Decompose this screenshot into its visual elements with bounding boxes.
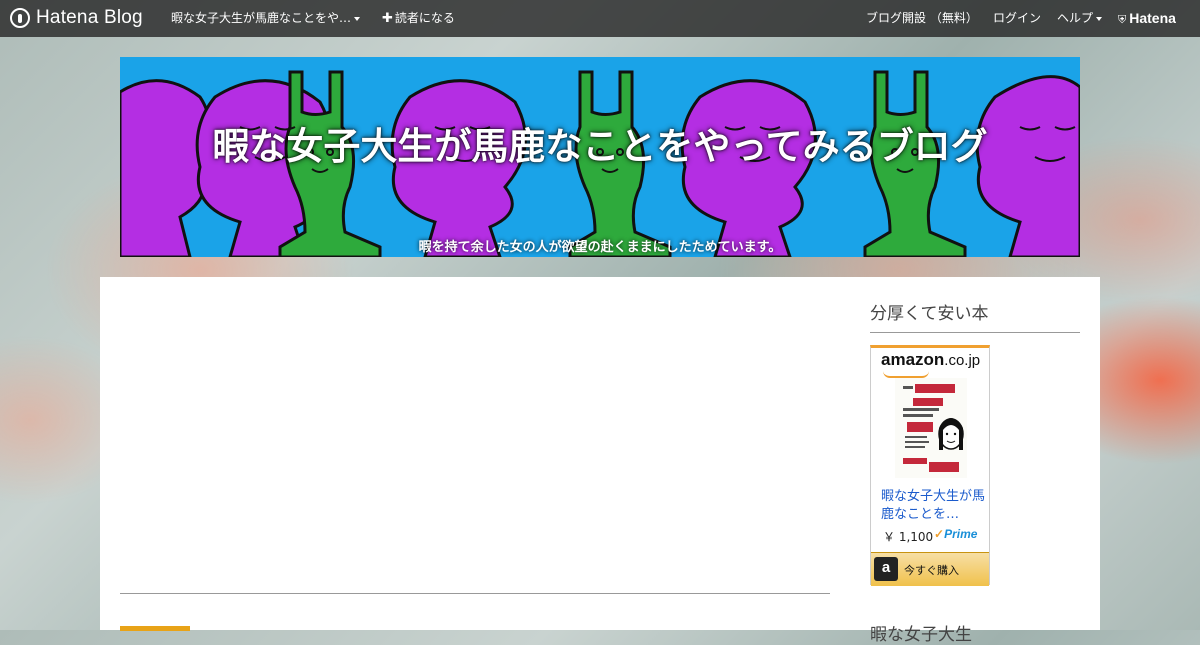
entry-divider: [120, 593, 830, 594]
hatena-brand-label: Hatena: [1129, 10, 1176, 26]
chevron-down-icon: [1096, 16, 1103, 21]
hatena-brand-link[interactable]: ⛨ Hatena: [1118, 0, 1176, 37]
product-price: ￥ 1,100: [883, 530, 934, 544]
login-link[interactable]: ログイン: [993, 0, 1041, 37]
subscribe-label: 読者になる: [394, 11, 455, 25]
logo-text: Hatena Blog: [36, 7, 143, 28]
amazon-a-icon: a: [874, 557, 898, 581]
subscribe-button[interactable]: ✚ 読者になる: [382, 0, 455, 37]
amazon-product-widget: amazon.co.jp 暇な女子大生が馬鹿なことを… ￥ 1,100 ✓Pri…: [870, 345, 990, 586]
sidebar-module-title-2: 暇な女子大生: [870, 625, 972, 645]
amazon-smile-icon: [883, 371, 929, 378]
blog-menu-label: 暇な女子大生が馬鹿なことをや…: [171, 11, 352, 25]
sidebar-module-title: 分厚くて安い本: [870, 299, 1080, 333]
hatena-blog-logo-icon: [10, 8, 30, 28]
blog-title[interactable]: 暇な女子大生が馬鹿なことをやってみるブログ: [150, 122, 1050, 172]
book-cover-illustration: [895, 378, 967, 478]
hatena-icon: ⛨: [1118, 13, 1127, 26]
buy-now-label: 今すぐ購入: [904, 564, 959, 577]
plus-icon: ✚: [382, 11, 393, 26]
help-dropdown[interactable]: ヘルプ: [1057, 0, 1103, 37]
content-area: 分厚くて安い本 amazon.co.jp 暇な女子大生が馬鹿なことを… ￥ 1,…: [100, 277, 1100, 645]
prime-badge: ✓Prime: [934, 527, 978, 541]
entry-category-tag: [120, 626, 190, 631]
help-label: ヘルプ: [1057, 11, 1094, 25]
product-title-link[interactable]: 暇な女子大生が馬鹿なことを…: [881, 488, 985, 524]
chevron-down-icon: [354, 16, 361, 21]
book-cover-image[interactable]: [895, 378, 967, 478]
start-blog-link[interactable]: ブログ開設 （無料）: [866, 0, 978, 37]
prime-check-icon: ✓: [934, 527, 945, 541]
hatena-blog-logo[interactable]: Hatena Blog: [10, 7, 143, 29]
blog-description: 暇を持て余した女の人が欲望の赴くままにしたためています。: [418, 240, 782, 255]
amazon-logo: amazon.co.jp: [881, 350, 981, 369]
global-header: Hatena Blog 暇な女子大生が馬鹿なことをや… ✚ 読者になる ブログ開設…: [0, 0, 1200, 37]
buy-now-button[interactable]: a 今すぐ購入: [871, 552, 989, 586]
blog-menu-dropdown[interactable]: 暇な女子大生が馬鹿なことをや…: [171, 0, 361, 37]
